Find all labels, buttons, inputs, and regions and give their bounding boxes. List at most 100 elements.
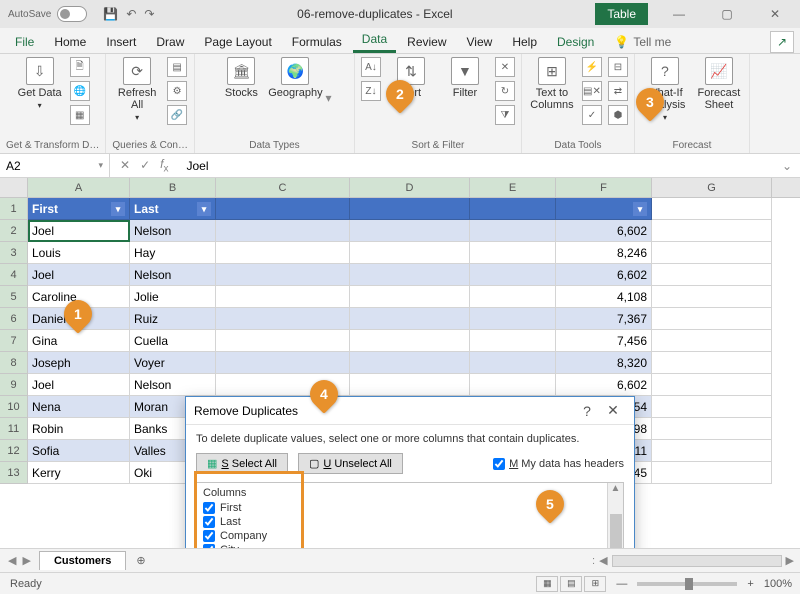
enter-formula-icon[interactable]: ✓	[140, 158, 150, 172]
flash-fill-icon[interactable]: ⚡	[582, 57, 602, 77]
column-checkbox[interactable]: City	[203, 543, 601, 548]
row-header[interactable]: 4	[0, 264, 28, 286]
cell[interactable]	[216, 330, 350, 352]
column-header[interactable]: D	[350, 178, 470, 197]
hscroll-right-icon[interactable]: ▶	[786, 554, 794, 567]
cell[interactable]	[216, 308, 350, 330]
tab-page-layout[interactable]: Page Layout	[195, 31, 280, 53]
cell[interactable]	[350, 330, 470, 352]
cell[interactable]: 6,602	[556, 264, 652, 286]
relationships-icon[interactable]: ⇄	[608, 81, 628, 101]
redo-icon[interactable]: ↷	[144, 7, 154, 21]
data-validation-icon[interactable]: ✓	[582, 105, 602, 125]
remove-duplicates-icon[interactable]: ▤✕	[582, 81, 602, 101]
cancel-formula-icon[interactable]: ✕	[120, 158, 130, 172]
consolidate-icon[interactable]: ⊟	[608, 57, 628, 77]
cell[interactable]: Nelson	[130, 220, 216, 242]
tell-me[interactable]: 💡Tell me	[605, 31, 680, 53]
cell[interactable]	[350, 220, 470, 242]
cell[interactable]	[350, 242, 470, 264]
tab-formulas[interactable]: Formulas	[283, 31, 351, 53]
normal-view-icon[interactable]: ▦	[536, 576, 558, 592]
row-header[interactable]: 2	[0, 220, 28, 242]
undo-icon[interactable]: ↶	[126, 7, 136, 21]
cell[interactable]	[652, 462, 772, 484]
cell[interactable]: Joel	[28, 220, 130, 242]
tab-design[interactable]: Design	[548, 31, 603, 53]
unselect-all-button[interactable]: ▢UUnselect All	[298, 453, 403, 474]
cell[interactable]: 4,108	[556, 286, 652, 308]
column-header[interactable]: A	[28, 178, 130, 197]
cell[interactable]	[470, 374, 556, 396]
page-break-view-icon[interactable]: ⊞	[584, 576, 606, 592]
cell[interactable]: 6,602	[556, 374, 652, 396]
close-icon[interactable]: ✕	[758, 7, 792, 21]
add-sheet-button[interactable]: ⊕	[126, 554, 155, 567]
cell[interactable]: Joseph	[28, 352, 130, 374]
cell[interactable]	[216, 242, 350, 264]
dialog-scrollbar[interactable]: ▲▼	[607, 483, 623, 548]
tab-help[interactable]: Help	[503, 31, 546, 53]
cell[interactable]	[652, 396, 772, 418]
cell[interactable]: 6,602	[556, 220, 652, 242]
from-table-icon[interactable]: ▦	[70, 105, 90, 125]
queries-icon[interactable]: ▤	[167, 57, 187, 77]
sheet-nav-prev-icon[interactable]: ◀	[8, 554, 16, 567]
cell[interactable]: 7,456	[556, 330, 652, 352]
column-header[interactable]: B	[130, 178, 216, 197]
expand-formula-bar-icon[interactable]: ⌄	[774, 159, 800, 173]
row-header[interactable]: 5	[0, 286, 28, 308]
formula-bar[interactable]: Joel	[178, 159, 773, 173]
cell[interactable]: Ruiz	[130, 308, 216, 330]
sort-asc-icon[interactable]: A↓	[361, 57, 381, 77]
cell[interactable]: Kerry	[28, 462, 130, 484]
edit-links-icon[interactable]: 🔗	[167, 105, 187, 125]
column-f-header[interactable]: ▾	[556, 198, 652, 220]
cell[interactable]	[470, 220, 556, 242]
cell[interactable]: 8,320	[556, 352, 652, 374]
worksheet-grid[interactable]: A B C D E F G 1 First▾ Last▾ ▾ 2 Joel Ne…	[0, 178, 800, 548]
geography-button[interactable]: 🌍Geography	[271, 57, 319, 99]
cell[interactable]: Sofia	[28, 440, 130, 462]
select-all-button[interactable]: ▦SSelect All	[196, 453, 288, 474]
cell[interactable]: Voyer	[130, 352, 216, 374]
page-layout-view-icon[interactable]: ▤	[560, 576, 582, 592]
sheet-nav-next-icon[interactable]: ▶	[22, 554, 30, 567]
cell[interactable]	[470, 330, 556, 352]
column-header[interactable]: F	[556, 178, 652, 197]
cell[interactable]	[350, 352, 470, 374]
row-header[interactable]: 10	[0, 396, 28, 418]
tab-draw[interactable]: Draw	[147, 31, 193, 53]
scroll-down-icon[interactable]: ▾	[325, 91, 331, 105]
autosave-toggle[interactable]	[57, 6, 87, 22]
cell[interactable]: 8,246	[556, 242, 652, 264]
clear-icon[interactable]: ✕	[495, 57, 515, 77]
sheet-tab-customers[interactable]: Customers	[39, 551, 126, 570]
name-box[interactable]: A2▾	[0, 154, 110, 177]
column-checkbox[interactable]: Last	[203, 515, 601, 529]
close-dialog-icon[interactable]: ✕	[600, 402, 626, 419]
cell[interactable]: Cuella	[130, 330, 216, 352]
cell[interactable]	[216, 264, 350, 286]
tab-view[interactable]: View	[458, 31, 502, 53]
cell[interactable]: Jolie	[130, 286, 216, 308]
cell[interactable]: Nena	[28, 396, 130, 418]
zoom-slider[interactable]	[637, 582, 737, 586]
sort-desc-icon[interactable]: Z↓	[361, 81, 381, 101]
manage-data-model-icon[interactable]: ⬢	[608, 105, 628, 125]
row-header[interactable]: 13	[0, 462, 28, 484]
row-header[interactable]: 1	[0, 198, 28, 220]
row-header[interactable]: 9	[0, 374, 28, 396]
cell[interactable]	[470, 352, 556, 374]
share-button[interactable]: ↗	[770, 31, 794, 53]
cell[interactable]: Robin	[28, 418, 130, 440]
row-header[interactable]: 8	[0, 352, 28, 374]
filter-button[interactable]: ▼Filter	[441, 57, 489, 99]
forecast-sheet-button[interactable]: 📈Forecast Sheet	[695, 57, 743, 111]
cell[interactable]	[652, 308, 772, 330]
cell[interactable]	[652, 418, 772, 440]
column-header[interactable]: C	[216, 178, 350, 197]
cell[interactable]	[652, 440, 772, 462]
hscroll-left-icon[interactable]: ◀	[599, 554, 607, 567]
cell[interactable]	[652, 264, 772, 286]
